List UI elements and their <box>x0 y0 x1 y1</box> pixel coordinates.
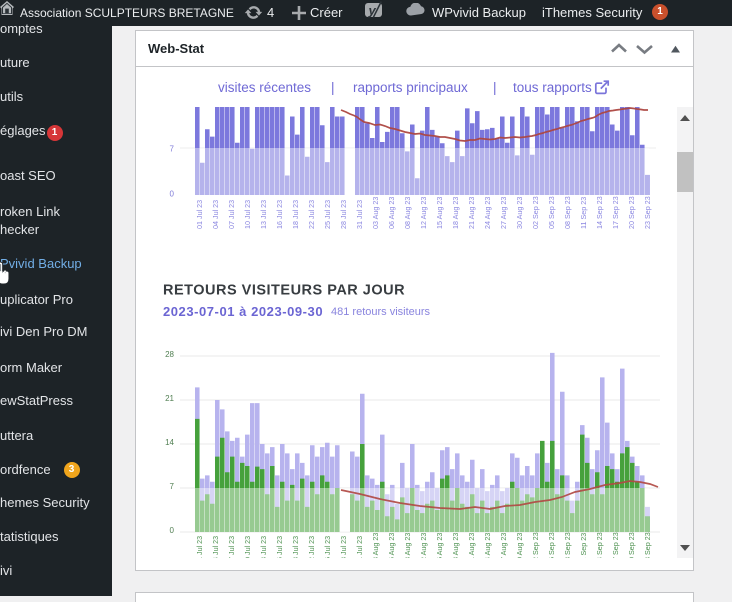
svg-text:08 Aug 23: 08 Aug 23 <box>403 197 412 229</box>
svg-text:05 Sep 23: 05 Sep 23 <box>547 196 556 229</box>
svg-text:03 Aug 23: 03 Aug 23 <box>371 533 380 558</box>
svg-text:12 Aug 23: 12 Aug 23 <box>419 197 428 229</box>
svg-text:23 Sep 23: 23 Sep 23 <box>643 196 652 229</box>
svg-text:08 Aug 23: 08 Aug 23 <box>403 533 412 558</box>
svg-text:14: 14 <box>165 438 174 447</box>
svg-text:481 retours visiteurs: 481 retours visiteurs <box>331 306 431 318</box>
svg-text:06 Aug 23: 06 Aug 23 <box>387 533 396 558</box>
svg-text:RETOURS VISITEURS PAR JOUR: RETOURS VISITEURS PAR JOUR <box>163 283 405 299</box>
svg-text:16 Jul 23: 16 Jul 23 <box>275 200 284 229</box>
svg-text:23 Sep 23: 23 Sep 23 <box>643 532 652 558</box>
svg-text:30 Aug 23: 30 Aug 23 <box>515 197 524 229</box>
svg-text:31 Jul 23: 31 Jul 23 <box>355 536 364 558</box>
svg-text:11 Sep 23: 11 Sep 23 <box>579 197 588 229</box>
svg-text:24 Aug 23: 24 Aug 23 <box>483 197 492 229</box>
svg-text:08 Sep 23: 08 Sep 23 <box>563 532 572 558</box>
svg-text:13 Jul 23: 13 Jul 23 <box>259 200 268 229</box>
svg-text:31 Jul 23: 31 Jul 23 <box>355 200 364 229</box>
svg-text:0: 0 <box>170 526 175 535</box>
svg-text:11 Sep 23: 11 Sep 23 <box>579 533 588 558</box>
svg-text:30 Aug 23: 30 Aug 23 <box>515 533 524 558</box>
svg-text:21 Aug 23: 21 Aug 23 <box>467 533 476 558</box>
svg-text:10 Jul 23: 10 Jul 23 <box>243 200 252 229</box>
svg-text:10 Jul 23: 10 Jul 23 <box>243 536 252 558</box>
svg-text:05 Sep 23: 05 Sep 23 <box>547 532 556 558</box>
svg-text:07 Jul 23: 07 Jul 23 <box>227 536 236 558</box>
svg-text:14 Sep 23: 14 Sep 23 <box>595 532 604 558</box>
svg-text:14 Sep 23: 14 Sep 23 <box>595 196 604 229</box>
svg-text:03 Aug 23: 03 Aug 23 <box>371 197 380 229</box>
svg-text:15 Aug 23: 15 Aug 23 <box>435 197 444 229</box>
svg-text:04 Jul 23: 04 Jul 23 <box>211 200 220 229</box>
svg-text:18 Jul 23: 18 Jul 23 <box>291 536 300 558</box>
svg-text:25 Jul 23: 25 Jul 23 <box>323 200 332 229</box>
svg-text:07 Jul 23: 07 Jul 23 <box>227 200 236 229</box>
svg-text:08 Sep 23: 08 Sep 23 <box>563 196 572 229</box>
svg-text:01 Jul 23: 01 Jul 23 <box>195 536 204 558</box>
svg-text:16 Jul 23: 16 Jul 23 <box>275 536 284 558</box>
svg-text:21 Aug 23: 21 Aug 23 <box>467 197 476 229</box>
svg-text:17 Sep 23: 17 Sep 23 <box>611 532 620 558</box>
svg-text:2023-07-01 à 2023-09-30: 2023-07-01 à 2023-09-30 <box>163 304 323 319</box>
svg-text:20 Sep 23: 20 Sep 23 <box>627 196 636 229</box>
svg-text:21: 21 <box>165 394 174 403</box>
svg-text:0: 0 <box>170 190 175 199</box>
svg-text:12 Aug 23: 12 Aug 23 <box>419 533 428 558</box>
svg-text:17 Sep 23: 17 Sep 23 <box>611 196 620 229</box>
svg-text:7: 7 <box>170 482 175 491</box>
svg-text:01 Jul 23: 01 Jul 23 <box>195 200 204 229</box>
svg-text:20 Sep 23: 20 Sep 23 <box>627 532 636 558</box>
svg-text:28: 28 <box>165 350 174 359</box>
svg-text:15 Aug 23: 15 Aug 23 <box>435 533 444 558</box>
svg-text:7: 7 <box>170 145 175 154</box>
svg-text:02 Sep 23: 02 Sep 23 <box>531 196 540 229</box>
svg-text:13 Jul 23: 13 Jul 23 <box>259 536 268 558</box>
svg-text:22 Jul 23: 22 Jul 23 <box>307 536 316 558</box>
svg-text:18 Aug 23: 18 Aug 23 <box>451 197 460 229</box>
svg-text:06 Aug 23: 06 Aug 23 <box>387 197 396 229</box>
svg-text:04 Jul 23: 04 Jul 23 <box>211 536 220 558</box>
svg-text:24 Aug 23: 24 Aug 23 <box>483 533 492 558</box>
svg-text:18 Jul 23: 18 Jul 23 <box>291 200 300 229</box>
svg-text:02 Sep 23: 02 Sep 23 <box>531 532 540 558</box>
svg-text:22 Jul 23: 22 Jul 23 <box>307 200 316 229</box>
svg-text:y: y <box>368 3 377 18</box>
svg-text:28 Jul 23: 28 Jul 23 <box>339 536 348 558</box>
svg-text:27 Aug 23: 27 Aug 23 <box>499 533 508 558</box>
svg-text:18 Aug 23: 18 Aug 23 <box>451 533 460 558</box>
svg-text:25 Jul 23: 25 Jul 23 <box>323 536 332 558</box>
svg-text:27 Aug 23: 27 Aug 23 <box>499 197 508 229</box>
svg-text:28 Jul 23: 28 Jul 23 <box>339 200 348 229</box>
